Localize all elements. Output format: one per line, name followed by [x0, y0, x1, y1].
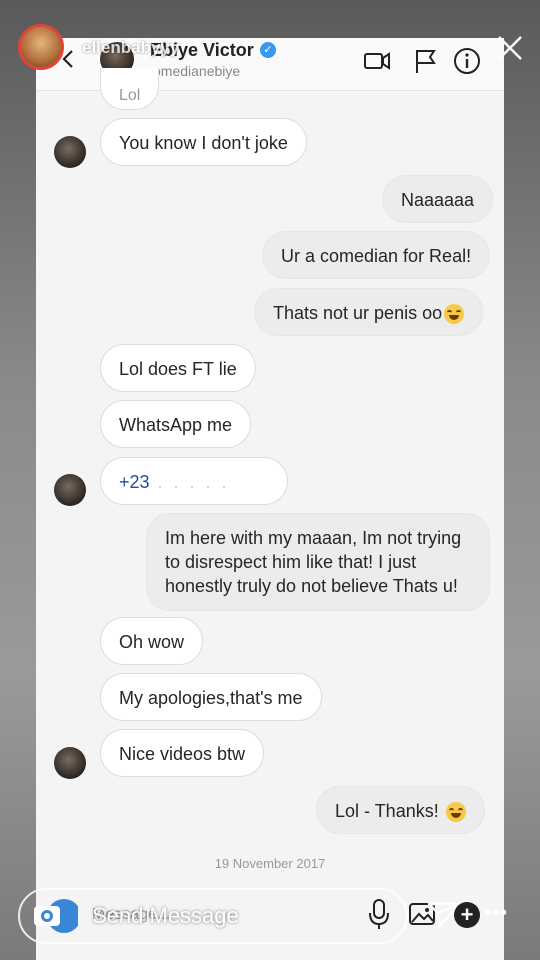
message-bubble-outgoing[interactable]: Naaaaaa	[382, 175, 494, 223]
message-bubble-incoming[interactable]: Oh wow	[100, 617, 204, 665]
laughing-emoji-icon	[444, 304, 465, 325]
message-bubble-outgoing[interactable]: Lol - Thanks!	[316, 786, 485, 834]
message-bubble-incoming[interactable]: WhatsApp me	[100, 400, 252, 448]
message-bubble-incoming[interactable]: Nice videos btw	[100, 729, 265, 777]
verified-badge-icon: ✓	[260, 42, 276, 58]
flag-icon[interactable]	[410, 46, 440, 76]
date-separator: 19 November 2017	[214, 856, 326, 871]
message-bubble-outgoing[interactable]: Im here with my maaan, Im not trying to …	[146, 513, 490, 611]
partial-message: Lol	[100, 68, 160, 110]
message-bubble-incoming[interactable]: You know I don't joke	[100, 118, 307, 166]
video-camera-icon[interactable]	[362, 46, 392, 76]
story-username[interactable]: ellenbabyyy	[82, 38, 179, 58]
info-icon[interactable]	[452, 46, 482, 76]
message-bubble-incoming[interactable]: +23 . . . . .	[100, 457, 288, 505]
camera-icon[interactable]	[32, 896, 78, 936]
close-icon[interactable]	[496, 34, 524, 62]
story-avatar[interactable]	[18, 24, 64, 70]
message-bubble-incoming[interactable]: My apologies,that's me	[100, 673, 322, 721]
send-message-input[interactable]: Send Message	[92, 903, 239, 929]
sender-avatar[interactable]	[54, 136, 86, 168]
plus-icon[interactable]: +	[454, 902, 480, 928]
message-bubble-outgoing[interactable]: Ur a comedian for Real!	[262, 231, 491, 279]
sender-avatar[interactable]	[54, 474, 86, 506]
laughing-emoji-icon	[445, 802, 466, 823]
message-bubble-outgoing[interactable]: Thats not ur penis oo	[254, 288, 484, 336]
message-bubble-incoming[interactable]: Lol does FT lie	[100, 344, 256, 392]
chat-handle: comedianebiye	[146, 63, 241, 79]
microphone-icon[interactable]	[368, 898, 390, 930]
sender-avatar[interactable]	[54, 747, 86, 779]
more-icon[interactable]: •••	[484, 902, 508, 925]
